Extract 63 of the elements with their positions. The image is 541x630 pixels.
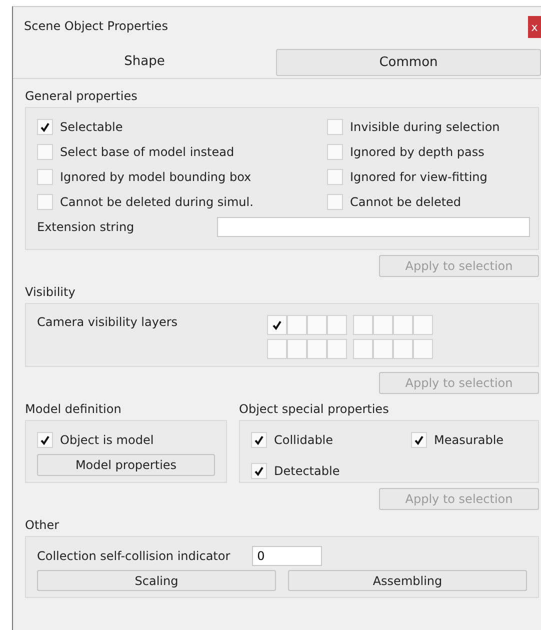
- checkbox-label: Measurable: [434, 433, 504, 447]
- checkbox[interactable]: [353, 315, 373, 335]
- checkbox[interactable]: [37, 169, 53, 185]
- checkbox[interactable]: [267, 339, 287, 359]
- input-field[interactable]: [217, 217, 530, 237]
- checkbox[interactable]: [37, 432, 53, 448]
- close-button[interactable]: x: [528, 16, 541, 38]
- checkbox-label: Cannot be deleted during simul.: [60, 195, 254, 209]
- check-icon: [253, 434, 265, 446]
- checkbox[interactable]: [413, 315, 433, 335]
- checkbox[interactable]: [267, 315, 287, 335]
- checkbox[interactable]: [251, 462, 267, 478]
- checkbox[interactable]: [37, 144, 53, 160]
- checkbox-label: Detectable: [274, 464, 340, 478]
- checkbox[interactable]: [327, 119, 343, 135]
- checkbox[interactable]: [37, 119, 53, 135]
- checkbox[interactable]: [287, 339, 307, 359]
- model-properties-button[interactable]: Model properties: [37, 454, 215, 476]
- field-label: Camera visibility layers: [37, 315, 179, 329]
- checkbox[interactable]: [37, 194, 53, 210]
- checkbox-label: Select base of model instead: [60, 145, 234, 159]
- checkbox-label: Ignored for view-fitting: [350, 170, 488, 184]
- checkbox-label: Object is model: [60, 433, 154, 447]
- field-label: Extension string: [37, 220, 134, 234]
- section-title: Object special properties: [239, 401, 390, 418]
- checkbox-label: Cannot be deleted: [350, 195, 462, 209]
- checkbox[interactable]: [353, 339, 373, 359]
- button[interactable]: Assembling: [288, 570, 527, 591]
- checkbox-label: Ignored by depth pass: [350, 145, 484, 159]
- checkbox[interactable]: [251, 432, 267, 448]
- section-title: Model definition: [25, 401, 122, 418]
- checkbox[interactable]: [373, 315, 393, 335]
- input-field[interactable]: 0: [252, 546, 322, 566]
- checkbox[interactable]: [413, 339, 433, 359]
- checkbox[interactable]: [411, 432, 427, 448]
- check-icon: [39, 121, 51, 133]
- check-icon: [253, 464, 265, 476]
- checkbox[interactable]: [393, 315, 413, 335]
- checkbox[interactable]: [327, 144, 343, 160]
- checkbox-label: Ignored by model bounding box: [60, 170, 252, 184]
- checkbox[interactable]: [327, 194, 343, 210]
- checkbox[interactable]: [307, 315, 327, 335]
- checkbox[interactable]: [327, 339, 347, 359]
- checkbox[interactable]: [373, 339, 393, 359]
- tab[interactable]: Common: [276, 49, 541, 76]
- checkbox-label: Invisible during selection: [350, 120, 500, 134]
- window-title: Scene Object Properties: [23, 19, 168, 33]
- checkbox[interactable]: [327, 315, 347, 335]
- checkbox[interactable]: [327, 169, 343, 185]
- check-icon: [271, 319, 283, 331]
- section-title: Visibility: [25, 284, 76, 301]
- checkbox[interactable]: [307, 339, 327, 359]
- checkbox[interactable]: [393, 339, 413, 359]
- button[interactable]: Scaling: [37, 570, 276, 591]
- field-label: Collection self-collision indicator: [37, 549, 230, 563]
- checkbox-label: Selectable: [60, 120, 123, 134]
- check-icon: [413, 434, 425, 446]
- tab[interactable]: Shape: [13, 45, 276, 78]
- check-icon: [39, 434, 51, 446]
- section-title: General properties: [25, 88, 138, 105]
- checkbox-label: Collidable: [274, 433, 334, 447]
- section-title: Other: [25, 517, 60, 534]
- checkbox[interactable]: [287, 315, 307, 335]
